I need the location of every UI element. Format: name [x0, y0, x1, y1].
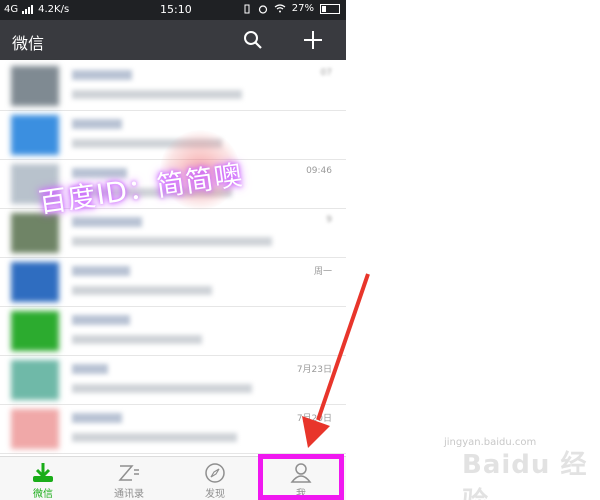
baidu-url: jingyan.baidu.com	[444, 437, 537, 448]
tab-label: 微信	[33, 489, 53, 500]
compass-icon	[205, 463, 225, 483]
status-time: 15:10	[160, 3, 192, 16]
avatar	[11, 311, 59, 351]
tab-label: 通讯录	[114, 489, 144, 500]
red-arrow-icon	[302, 273, 370, 448]
title-bar: 微信	[0, 20, 346, 60]
status-bar: 4G 4.2K/s 15:10 27%	[0, 0, 346, 20]
search-icon[interactable]	[242, 29, 264, 51]
avatar	[11, 360, 59, 400]
contact-name	[72, 266, 130, 276]
avatar	[11, 66, 59, 106]
tab-chats[interactable]: 微信	[0, 457, 86, 500]
contact-name	[72, 315, 130, 325]
plus-icon[interactable]	[302, 29, 324, 51]
signal-icon	[22, 5, 34, 14]
tab-discover[interactable]: 发现	[172, 457, 258, 500]
tab-contacts[interactable]: 通讯录	[86, 457, 172, 500]
app-title: 微信	[12, 34, 45, 53]
contact-name	[72, 413, 122, 423]
vibrate-icon	[244, 4, 250, 13]
message-preview	[72, 237, 272, 246]
baidu-logo: Baidu 经验	[462, 450, 588, 500]
battery-percent: 27%	[291, 3, 314, 14]
message-preview	[72, 286, 212, 295]
baidu-watermark: Baidu 经验 jingyan.baidu.com	[442, 436, 592, 500]
highlight-box	[258, 454, 344, 500]
contact-name	[72, 119, 122, 129]
wifi-icon	[274, 4, 286, 13]
chat-row[interactable]: 07	[0, 60, 346, 111]
message-time: 07	[320, 68, 332, 78]
contact-name	[72, 70, 132, 80]
avatar	[11, 115, 59, 155]
avatar	[11, 409, 59, 449]
tab-label: 发现	[205, 489, 225, 500]
alarm-icon	[258, 4, 267, 14]
battery-icon	[320, 3, 340, 14]
contact-name	[72, 364, 108, 374]
network-speed: 4.2K/s	[38, 4, 70, 15]
message-time: 9	[326, 215, 332, 225]
message-preview	[72, 433, 237, 442]
message-preview	[72, 384, 252, 393]
message-time: 09:46	[306, 166, 332, 176]
avatar	[11, 262, 59, 302]
message-preview	[72, 90, 242, 99]
chat-icon	[33, 463, 53, 482]
network-type: 4G	[4, 4, 19, 15]
message-preview	[72, 335, 202, 344]
contacts-icon	[118, 465, 139, 481]
